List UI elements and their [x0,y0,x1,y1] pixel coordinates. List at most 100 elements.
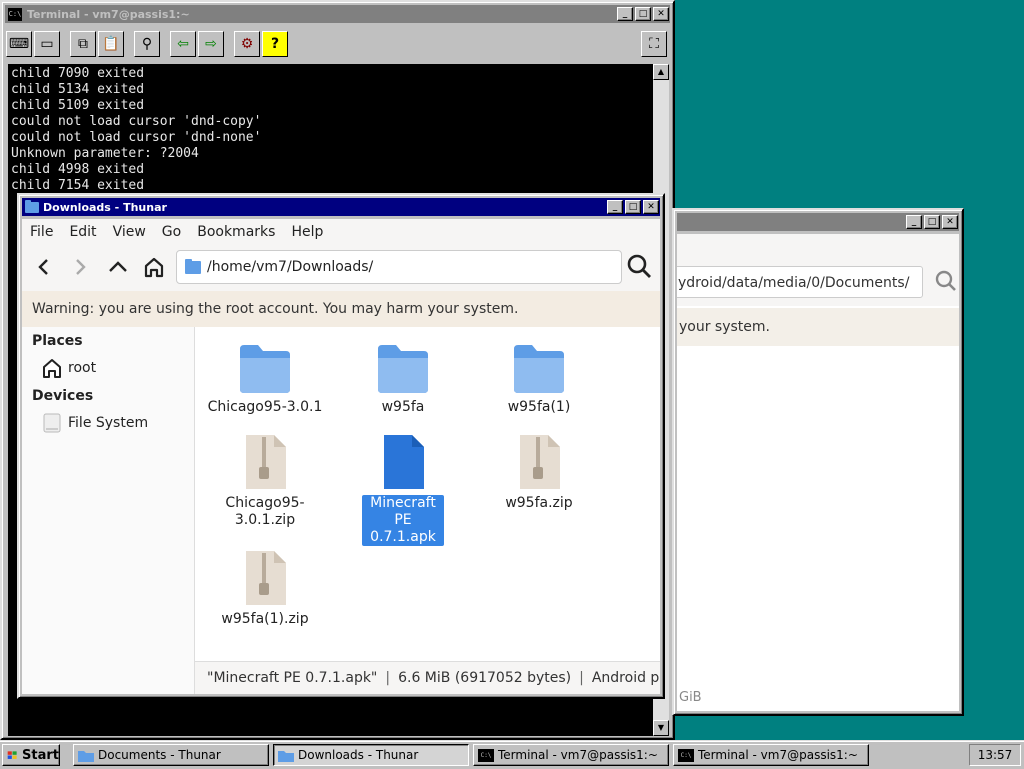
back-arrow-icon [38,259,48,275]
status-size: 6.6 MiB (6917052 bytes) [398,670,572,686]
terminal-icon: C:\ [7,6,23,22]
folder-icon [237,333,293,395]
downloads-thunar-window[interactable]: Downloads - Thunar _ □ ✕ File Edit View … [17,193,665,699]
menu-view[interactable]: View [105,224,154,240]
folder-icon [25,199,39,213]
status-bar: "Minecraft PE 0.7.1.apk" | 6.6 MiB (6917… [195,661,660,694]
devices-heading: Devices [32,388,94,404]
taskbar-item-label: Terminal - vm7@passis1:~ [498,748,658,762]
search-icon[interactable] [935,270,957,297]
terminal-line: Unknown parameter: ?2004 [11,146,199,161]
file-item[interactable]: Chicago95-3.0.1.zip [199,429,331,529]
find-icon[interactable]: ⚲ [134,31,160,57]
next-tab-icon[interactable]: ⇨ [198,31,224,57]
maximize-button[interactable]: □ [635,7,651,21]
minimize-button[interactable]: _ [906,215,922,229]
terminal-line: child 5134 exited [11,82,145,97]
windows-logo-icon [7,750,17,759]
folder-icon [278,750,294,762]
terminal-line: child 5109 exited [11,98,145,113]
minimize-button[interactable]: _ [607,200,623,214]
terminal-toolbar: ⌨ ▭ ⧉ 📋 ⚲ ⇦ ⇨ ⚙ ? ⛶ [6,26,669,62]
location-bar[interactable]: /home/vm7/Downloads/ [176,250,622,284]
documents-status: GiB [679,690,702,705]
search-button[interactable] [626,253,654,281]
scroll-down-icon[interactable]: ▼ [653,720,669,736]
menu-bookmarks[interactable]: Bookmarks [189,224,283,240]
maximize-button[interactable]: □ [625,200,641,214]
window-icon[interactable]: ▭ [34,31,60,57]
file-item[interactable]: w95fa [337,333,469,416]
folder-icon [375,333,431,395]
file-name: w95fa(1).zip [221,611,309,627]
taskbar: Start Documents - Thunar Downloads - Thu… [0,740,1024,769]
sidebar-item-file-system[interactable]: File System [40,410,148,436]
terminal-line: could not load cursor 'dnd-copy' [11,114,262,129]
terminal-line: child 7154 exited [11,178,145,193]
apk-file-icon [375,429,431,491]
copy-icon[interactable]: ⧉ [70,31,96,57]
menu-edit[interactable]: Edit [61,224,104,240]
status-type: Android package [591,670,660,686]
file-name: w95fa [381,399,425,415]
terminal-line: child 4998 exited [11,162,145,177]
documents-titlebar[interactable]: _ □ ✕ [677,213,959,231]
forward-button[interactable] [66,253,94,281]
preferences-icon[interactable]: ⚙ [234,31,260,57]
status-filename: "Minecraft PE 0.7.1.apk" [207,670,378,686]
terminal-title: Terminal - vm7@passis1:~ [27,7,190,21]
places-heading: Places [32,333,83,349]
fullscreen-icon[interactable]: ⛶ [641,31,667,57]
file-name: Chicago95-3.0.1 [207,399,323,415]
previous-tab-icon[interactable]: ⇦ [170,31,196,57]
parent-folder-button[interactable] [104,253,132,281]
terminal-line: child 7090 exited [11,66,145,81]
zip-archive-icon [237,429,293,491]
start-label: Start [22,747,59,763]
maximize-button[interactable]: □ [924,215,940,229]
taskbar-item-terminal[interactable]: C:\ Terminal - vm7@passis1:~ [473,744,669,766]
drive-icon [40,411,64,435]
file-item[interactable]: w95fa.zip [473,429,605,512]
home-button[interactable] [140,253,168,281]
file-name: w95fa(1) [507,399,571,415]
clock[interactable]: 13:57 [969,744,1021,766]
documents-thunar-window[interactable]: _ □ ✕ ydroid/data/media/0/Documents/ you… [672,208,964,716]
close-button[interactable]: ✕ [643,200,659,214]
menu-go[interactable]: Go [154,224,189,240]
minimize-button[interactable]: _ [617,7,633,21]
side-pane: Places root Devices File System [22,327,195,694]
file-item[interactable]: w95fa(1).zip [199,545,331,628]
menu-help[interactable]: Help [283,224,331,240]
file-item[interactable]: Chicago95-3.0.1 [199,333,331,416]
file-item[interactable]: w95fa(1) [473,333,605,416]
zip-archive-icon [237,545,293,607]
taskbar-item-label: Terminal - vm7@passis1:~ [698,748,858,762]
taskbar-item-terminal[interactable]: C:\ Terminal - vm7@passis1:~ [673,744,869,766]
file-name: Chicago95-3.0.1.zip [225,495,305,528]
paste-icon[interactable]: 📋 [98,31,124,57]
back-button[interactable] [30,253,58,281]
status-separator: | [579,670,584,686]
close-button[interactable]: ✕ [653,7,669,21]
up-arrow-icon [109,261,127,272]
close-button[interactable]: ✕ [942,215,958,229]
menu-file[interactable]: File [22,224,61,240]
file-item-selected[interactable]: Minecraft PE 0.7.1.apk [337,429,469,546]
help-icon[interactable]: ? [262,31,288,57]
start-button[interactable]: Start [2,744,60,766]
taskbar-item-downloads[interactable]: Downloads - Thunar [273,744,469,766]
taskbar-item-label: Downloads - Thunar [298,748,419,762]
documents-location-bar[interactable]: ydroid/data/media/0/Documents/ [677,266,923,298]
home-icon [144,257,164,278]
downloads-titlebar[interactable]: Downloads - Thunar _ □ ✕ [22,198,660,216]
taskbar-item-documents[interactable]: Documents - Thunar [73,744,269,766]
new-terminal-icon[interactable]: ⌨ [6,31,32,57]
status-separator: | [385,670,391,686]
location-path: /home/vm7/Downloads/ [207,259,374,275]
sidebar-item-root[interactable]: root [40,355,96,381]
root-warning-bar: Warning: you are using the root account.… [22,291,660,328]
terminal-titlebar[interactable]: C:\ Terminal - vm7@passis1:~ _ □ ✕ [5,5,670,23]
file-icon-view[interactable]: Chicago95-3.0.1 w95fa w95fa(1) Chicago95 [195,327,660,662]
scroll-up-icon[interactable]: ▲ [653,64,669,80]
